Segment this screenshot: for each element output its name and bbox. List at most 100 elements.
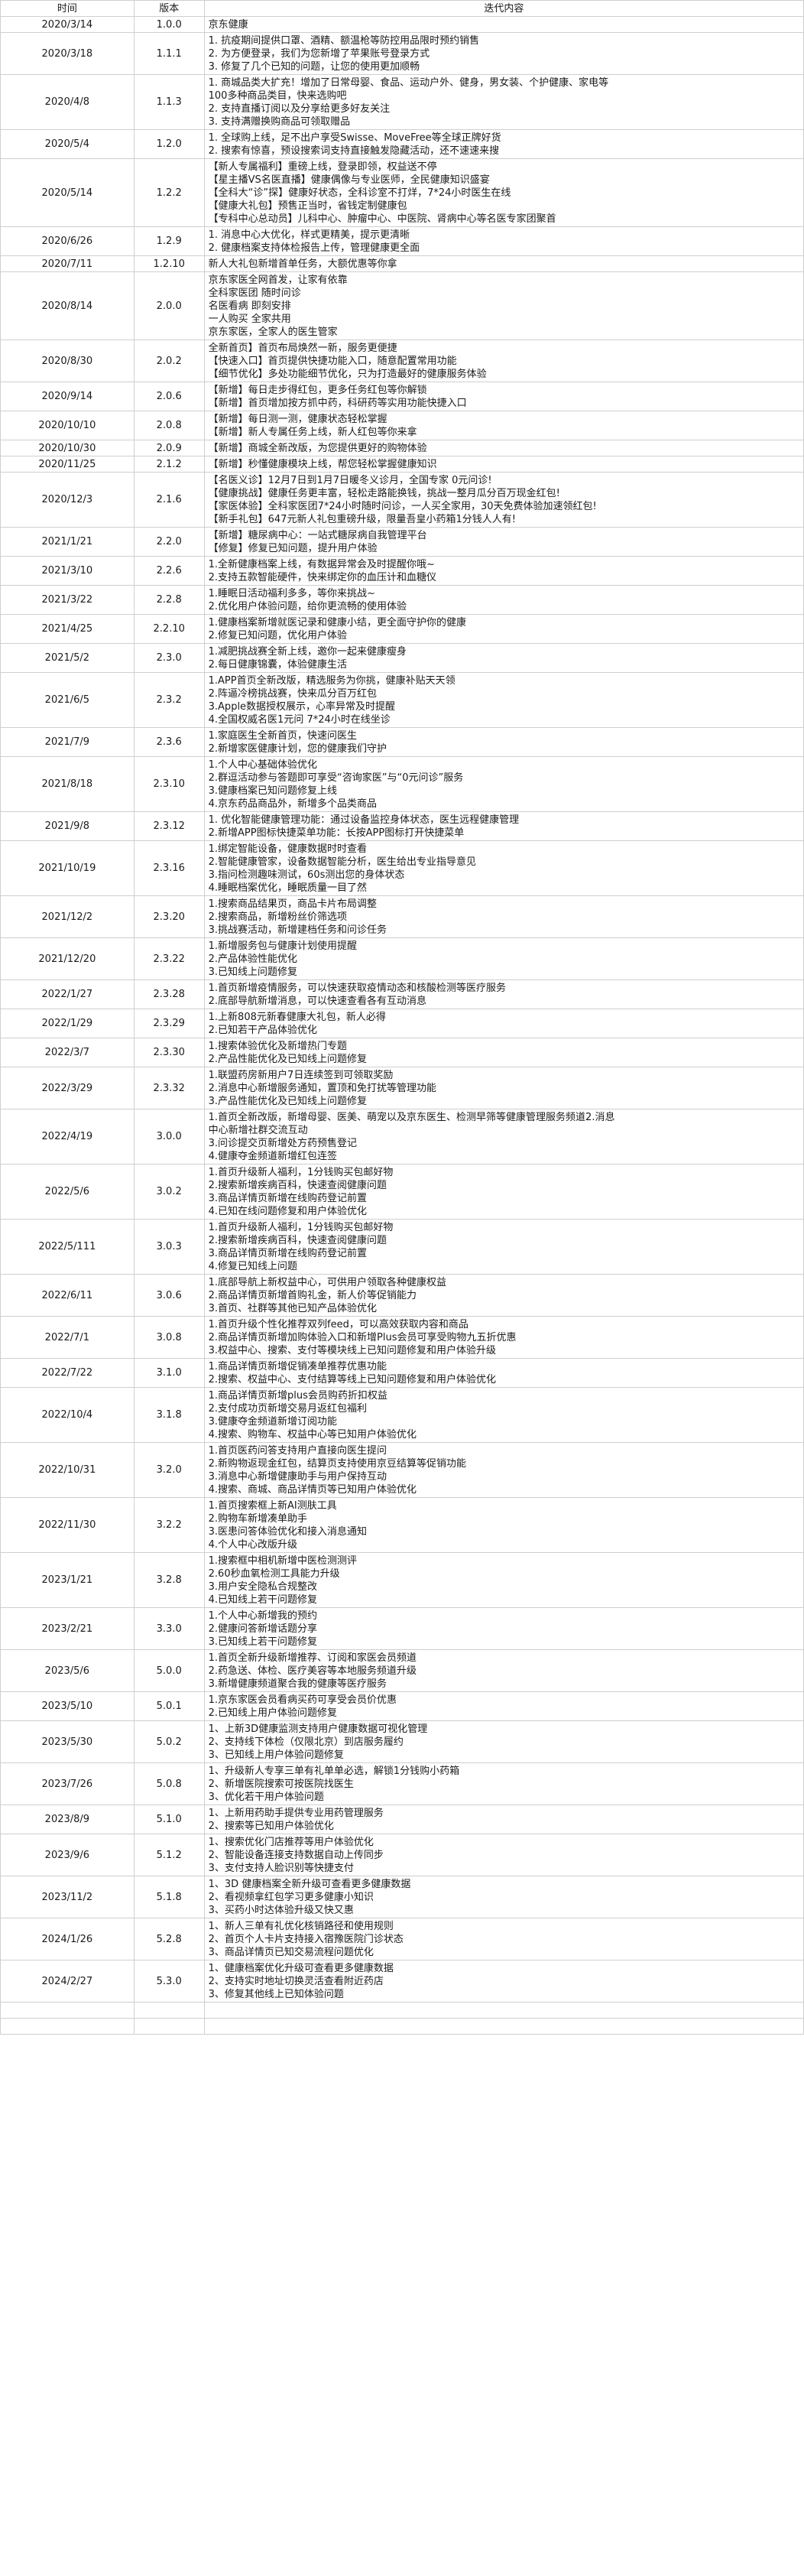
- date-cell[interactable]: 2022/6/11: [0, 1274, 135, 1317]
- content-cell[interactable]: 1.首页升级新人福利，1分钱购买包邮好物 2.搜索新增疾病百科，快速查阅健康问题 3…: [203, 1219, 804, 1275]
- header-date[interactable]: 时间: [0, 0, 135, 17]
- version-cell[interactable]: 3.1.0: [133, 1358, 205, 1388]
- version-cell[interactable]: 1.2.9: [133, 226, 205, 256]
- date-cell[interactable]: 2021/3/22: [0, 585, 135, 615]
- content-cell[interactable]: 1.首页全新改版，新增母婴、医美、萌宠以及京东医生、检测早筛等健康管理服务频道2…: [203, 1109, 804, 1165]
- content-cell[interactable]: 1.商品详情页新增plus会员购药折扣权益 2.支付成功页新增交易月返红包福利 3.…: [203, 1387, 804, 1443]
- date-cell[interactable]: 2020/8/30: [0, 339, 135, 382]
- date-cell[interactable]: 2021/8/18: [0, 756, 135, 812]
- date-cell[interactable]: 2021/12/20: [0, 937, 135, 980]
- date-cell[interactable]: 2023/9/6: [0, 1834, 135, 1876]
- version-cell[interactable]: 3.2.0: [133, 1442, 205, 1498]
- content-cell[interactable]: 1.首页医药问答支持用户直接向医生提问 2.新购物返现金红包，结算页支持使用京豆结…: [203, 1442, 804, 1498]
- version-cell[interactable]: 1.1.3: [133, 74, 205, 130]
- version-cell[interactable]: 3.0.3: [133, 1219, 205, 1275]
- date-cell[interactable]: 2022/3/7: [0, 1038, 135, 1067]
- content-cell[interactable]: 1.绑定智能设备，健康数据时时查看 2.智能健康管家，设备数据智能分析，医生给出专…: [203, 840, 804, 896]
- version-cell[interactable]: 2.2.8: [133, 585, 205, 615]
- version-cell[interactable]: 2.1.2: [133, 456, 205, 473]
- date-cell[interactable]: 2020/5/4: [0, 129, 135, 159]
- header-version[interactable]: 版本: [133, 0, 205, 17]
- date-cell[interactable]: 2020/3/14: [0, 16, 135, 33]
- date-cell[interactable]: 2023/7/26: [0, 1762, 135, 1805]
- content-cell[interactable]: 1、升级新人专享三单有礼单单必选，解锁1分钱购小药箱 2、新增医院搜索可按医院找医…: [203, 1762, 804, 1805]
- content-cell[interactable]: 【新增】每日走步得红包，更多任务红包等你解锁 【新增】首页增加按方抓中药，科研药等…: [203, 382, 804, 411]
- version-cell[interactable]: 1.2.0: [133, 129, 205, 159]
- version-cell[interactable]: 3.1.8: [133, 1387, 205, 1443]
- date-cell[interactable]: 2024/1/26: [0, 1918, 135, 1960]
- version-cell[interactable]: 1.2.10: [133, 255, 205, 272]
- content-cell[interactable]: 1.京东家医会员看病买药可享受会员价优惠 2.已知线上用户体验问题修复: [203, 1691, 804, 1721]
- content-cell[interactable]: 1.个人中心新增我的预约 2.健康问答新增话题分享 3.已知线上若干问题修复: [203, 1607, 804, 1650]
- version-cell[interactable]: 5.0.8: [133, 1762, 205, 1805]
- version-cell[interactable]: 2.3.0: [133, 643, 205, 673]
- date-cell[interactable]: 2021/3/10: [0, 556, 135, 586]
- date-cell[interactable]: 2021/1/21: [0, 527, 135, 557]
- version-cell[interactable]: 2.0.6: [133, 382, 205, 411]
- version-cell[interactable]: 5.3.0: [133, 1960, 205, 2003]
- date-cell[interactable]: 2023/5/6: [0, 1649, 135, 1692]
- date-cell[interactable]: 2023/11/2: [0, 1876, 135, 1918]
- date-cell[interactable]: 2021/10/19: [0, 840, 135, 896]
- date-cell[interactable]: [0, 2002, 135, 2019]
- version-cell[interactable]: 2.3.16: [133, 840, 205, 896]
- version-cell[interactable]: 3.2.2: [133, 1497, 205, 1553]
- content-cell[interactable]: 1.搜索体验优化及新增热门专题 2.产品性能优化及已知线上问题修复: [203, 1038, 804, 1067]
- date-cell[interactable]: 2020/8/14: [0, 271, 135, 340]
- version-cell[interactable]: 2.3.20: [133, 895, 205, 938]
- date-cell[interactable]: 2020/6/26: [0, 226, 135, 256]
- date-cell[interactable]: 2022/4/19: [0, 1109, 135, 1165]
- content-cell[interactable]: 1.睡眠日活动福利多多，等你来挑战~ 2.优化用户体验问题，给你更流畅的使用体验: [203, 585, 804, 615]
- content-cell[interactable]: 1.首页新增疫情服务，可以快速获取疫情动态和核酸检测等医疗服务 2.底部导航新增消…: [203, 979, 804, 1009]
- date-cell[interactable]: 2022/3/29: [0, 1067, 135, 1109]
- version-cell[interactable]: 2.3.22: [133, 937, 205, 980]
- content-cell[interactable]: 1.个人中心基础体验优化 2.群逗活动参与答题即可享受“咨询家医”与“0元问诊”服…: [203, 756, 804, 812]
- date-cell[interactable]: 2022/1/27: [0, 979, 135, 1009]
- content-cell[interactable]: 1.首页升级个性化推荐双列feed，可以高效获取内容和商品 2.商品详情页新增加购…: [203, 1316, 804, 1359]
- version-cell[interactable]: 5.0.0: [133, 1649, 205, 1692]
- content-cell[interactable]: 1.搜索商品结果页，商品卡片布局调整 2.搜索商品，新增粉丝价筛选项 3.挑战赛活动…: [203, 895, 804, 938]
- content-cell[interactable]: 1. 全球购上线，足不出户享受Swisse、MoveFree等全球正牌好货 2. …: [203, 129, 804, 159]
- date-cell[interactable]: 2021/12/2: [0, 895, 135, 938]
- version-cell[interactable]: 2.3.28: [133, 979, 205, 1009]
- content-cell[interactable]: 1.首页搜索框上新AI测肤工具 2.购物车新增凑单助手 3.医患问答体验优化和接入消…: [203, 1497, 804, 1553]
- content-cell[interactable]: 京东家医全网首发，让家有依靠 全科家医团 随时问诊 名医看病 即刻安排 一人购买 全家…: [203, 271, 804, 340]
- content-cell[interactable]: 1.底部导航上新权益中心，可供用户领取各种健康权益 2.商品详情页新增首购礼金，新…: [203, 1274, 804, 1317]
- content-cell[interactable]: 1.新增服务包与健康计划使用提醒 2.产品体验性能优化 3.已知线上问题修复: [203, 937, 804, 980]
- content-cell[interactable]: 全新首页】首页布局焕然一新，服务更便捷 【快速入口】首页提供快捷功能入口，随意配置…: [203, 339, 804, 382]
- content-cell[interactable]: 1、新人三单有礼优化核销路径和使用规则 2、首页个人卡片支持接入宿豫医院门诊状态 3…: [203, 1918, 804, 1960]
- version-cell[interactable]: 2.3.12: [133, 811, 205, 841]
- date-cell[interactable]: 2021/7/9: [0, 727, 135, 757]
- version-cell[interactable]: 1.1.1: [133, 32, 205, 75]
- date-cell[interactable]: [0, 2018, 135, 2035]
- version-cell[interactable]: 5.1.0: [133, 1804, 205, 1834]
- date-cell[interactable]: 2022/7/22: [0, 1358, 135, 1388]
- content-cell[interactable]: 1.首页升级新人福利，1分钱购买包邮好物 2.搜索新增疾病百科，快速查阅健康问题 3…: [203, 1164, 804, 1220]
- date-cell[interactable]: 2021/9/8: [0, 811, 135, 841]
- header-content[interactable]: 迭代内容: [203, 0, 804, 17]
- date-cell[interactable]: 2021/6/5: [0, 672, 135, 728]
- date-cell[interactable]: 2020/4/8: [0, 74, 135, 130]
- date-cell[interactable]: 2021/4/25: [0, 614, 135, 644]
- date-cell[interactable]: 2022/5/6: [0, 1164, 135, 1220]
- date-cell[interactable]: 2023/8/9: [0, 1804, 135, 1834]
- version-cell[interactable]: 3.0.0: [133, 1109, 205, 1165]
- date-cell[interactable]: 2022/11/30: [0, 1497, 135, 1553]
- content-cell[interactable]: 1.联盟药房新用户7日连续签到可领取奖励 2.消息中心新增服务通知，置顶和免打扰等…: [203, 1067, 804, 1109]
- date-cell[interactable]: 2022/5/111: [0, 1219, 135, 1275]
- date-cell[interactable]: 2023/1/21: [0, 1552, 135, 1608]
- date-cell[interactable]: 2024/2/27: [0, 1960, 135, 2003]
- date-cell[interactable]: 2023/5/10: [0, 1691, 135, 1721]
- version-cell[interactable]: 2.0.8: [133, 411, 205, 440]
- date-cell[interactable]: 2022/7/1: [0, 1316, 135, 1359]
- version-cell[interactable]: 2.2.6: [133, 556, 205, 586]
- version-cell[interactable]: 3.2.8: [133, 1552, 205, 1608]
- content-cell[interactable]: 1. 抗疫期间提供口罩、酒精、额温枪等防控用品限时预约销售 2. 为方便登录，我们…: [203, 32, 804, 75]
- version-cell[interactable]: 5.1.8: [133, 1876, 205, 1918]
- date-cell[interactable]: 2020/12/3: [0, 472, 135, 528]
- version-cell[interactable]: 5.0.2: [133, 1720, 205, 1763]
- version-cell[interactable]: 2.2.0: [133, 527, 205, 557]
- version-cell[interactable]: 2.3.2: [133, 672, 205, 728]
- date-cell[interactable]: 2020/10/30: [0, 440, 135, 456]
- content-cell[interactable]: 1、搜索优化门店推荐等用户体验优化 2、智能设备连接支持数据自动上传同步 3、支付支…: [203, 1834, 804, 1876]
